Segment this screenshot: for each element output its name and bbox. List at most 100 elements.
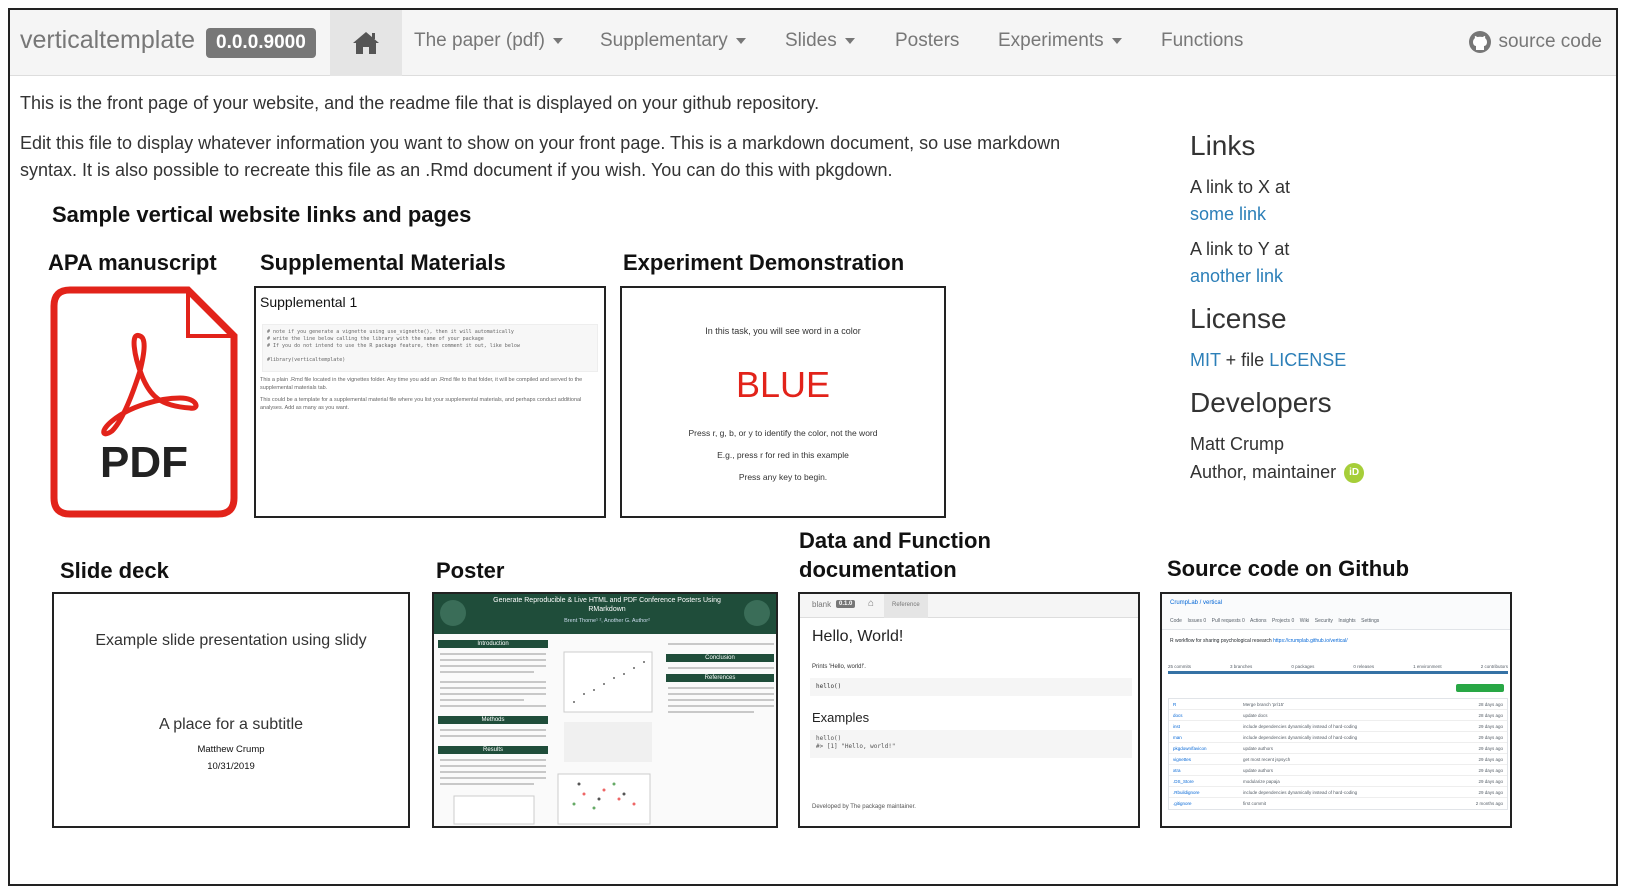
- gh-stat: 2 contributors: [1480, 664, 1508, 669]
- nav-paper-label: The paper (pdf): [414, 30, 545, 51]
- docs-version: 0.1.0: [836, 600, 856, 608]
- docs-title: Hello, World!: [812, 628, 904, 645]
- gh-file-row: .Rbuildignore include dependencies dynami…: [1169, 787, 1507, 798]
- nav-slides[interactable]: Slides: [785, 30, 855, 52]
- poster-body-lines: [440, 643, 774, 825]
- gh-file-msg: update docs: [1243, 713, 1268, 718]
- gh-file-age: 2 months ago: [1475, 801, 1503, 806]
- gh-stat: 25 commits: [1168, 664, 1192, 669]
- nav-functions[interactable]: Functions: [1161, 30, 1243, 52]
- mit-link[interactable]: MIT: [1190, 350, 1221, 370]
- docs-code: hello(): [810, 678, 1132, 696]
- card-title-docs-line2: documentation: [799, 557, 957, 582]
- nav-posters[interactable]: Posters: [895, 30, 959, 52]
- gh-file-name[interactable]: inst: [1173, 721, 1243, 731]
- gh-file-name[interactable]: man: [1173, 732, 1243, 742]
- supp-code-line: # If you do not intend to use the R pack…: [267, 343, 520, 349]
- link2-text: A link to Y at: [1190, 239, 1290, 259]
- chevron-down-icon: [1111, 37, 1122, 44]
- experiment-thumb[interactable]: In this task, you will see word in a col…: [620, 286, 946, 518]
- card-title-docs: Data and Function documentation: [799, 526, 991, 584]
- license-file-link[interactable]: LICENSE: [1269, 350, 1346, 370]
- developer-role: Author, maintainer: [1190, 462, 1337, 482]
- gh-file-age: 29 days ago: [1478, 779, 1503, 784]
- gh-file-name[interactable]: .Rbuildignore: [1173, 787, 1243, 797]
- gh-file-name[interactable]: docs: [1173, 710, 1243, 720]
- gh-file-msg: get most recent jspsych: [1243, 757, 1291, 762]
- gh-file-age: 28 days ago: [1478, 702, 1503, 707]
- chevron-down-icon: [735, 37, 746, 44]
- home-icon: [353, 32, 379, 54]
- poster-thumb[interactable]: Generate Reproducible & Live HTML and PD…: [432, 592, 778, 828]
- gh-stat: 1 environment: [1413, 664, 1442, 669]
- gh-file-row: .DS_Store modularize papaja 29 days ago: [1169, 776, 1507, 787]
- exp-line2: Press r, g, b, or y to identify the colo…: [688, 428, 878, 438]
- developer-name[interactable]: Matt Crump: [1190, 434, 1284, 455]
- nav-paper[interactable]: The paper (pdf): [414, 30, 563, 52]
- gh-file-row: inst include dependencies dynamically ins…: [1169, 721, 1507, 732]
- intro-text: This is the front page of your website, …: [20, 93, 820, 113]
- gh-clone-button: [1456, 684, 1504, 692]
- link1-text: A link to X at: [1190, 177, 1291, 197]
- card-title-apa: APA manuscript: [48, 250, 217, 275]
- gh-file-age: 29 days ago: [1478, 757, 1503, 762]
- exp-line4: Press any key to begin.: [738, 472, 828, 482]
- supp-para1: This a plain .Rmd file located in the vi…: [260, 377, 583, 391]
- gh-file-name[interactable]: .DS_Store: [1173, 776, 1243, 786]
- gh-tabs: Code Issues 0 Pull requests 0 Actions Pr…: [1170, 618, 1380, 624]
- docs-footer: Developed by The package maintainer.: [812, 804, 916, 810]
- gh-file-row: xtra update authors 29 days ago: [1169, 765, 1507, 776]
- gh-stats-bar: 25 commits 3 branches 0 packages 0 releases…: [1168, 664, 1508, 674]
- gh-file-age: 29 days ago: [1478, 790, 1503, 795]
- pdf-file-thumb[interactable]: PDF: [50, 286, 238, 518]
- nav-experiments[interactable]: Experiments: [998, 30, 1122, 52]
- navbar: verticaltemplate 0.0.0.9000 The paper (p…: [10, 10, 1616, 76]
- link1[interactable]: some link: [1190, 204, 1266, 225]
- license-heading: License: [1190, 303, 1287, 334]
- section-title: Sample vertical website links and pages: [52, 202, 472, 227]
- gh-desc: R workflow for sharing psychological res…: [1170, 638, 1348, 644]
- gh-file-row: pkgdown/favicon update authors 29 days ago: [1169, 743, 1507, 754]
- gh-file-name[interactable]: pkgdown/favicon: [1173, 743, 1243, 753]
- slide-date: 10/31/2019: [207, 761, 255, 772]
- supp-title: Supplemental 1: [260, 294, 358, 310]
- source-code-link[interactable]: source code: [1468, 30, 1602, 54]
- docs-examples: Examples: [812, 710, 870, 725]
- gh-file-row: R Merge branch 'pr/15' 28 days ago: [1169, 699, 1507, 710]
- nav-supplementary[interactable]: Supplementary: [600, 30, 746, 52]
- github-thumb[interactable]: CrumpLab / vertical Code Issues 0 Pull r…: [1160, 592, 1512, 828]
- supp-code-line: #library(verticaltemplate): [267, 357, 346, 363]
- docs-example-code: hello() #> [1] "Hello, world!": [810, 730, 1132, 758]
- gh-file-name[interactable]: R: [1173, 699, 1243, 709]
- card-title-docs-line1: Data and Function: [799, 528, 991, 553]
- slide-title: Example slide presentation using slidy: [95, 632, 367, 649]
- docs-prints: Prints 'Hello, world!'.: [812, 664, 866, 670]
- github-icon: [1469, 31, 1492, 53]
- nav-slides-label: Slides: [785, 30, 837, 51]
- exp-word: BLUE: [735, 364, 831, 405]
- slide-subtitle: A place for a subtitle: [158, 716, 304, 733]
- gh-url[interactable]: https://crumplab.github.io/vertical/: [1273, 638, 1347, 644]
- home-button[interactable]: [330, 10, 402, 76]
- license-line: MIT + file LICENSE: [1190, 350, 1346, 371]
- supplemental-thumb[interactable]: Supplemental 1 # note if you generate a …: [254, 286, 606, 518]
- nav-supplementary-label: Supplementary: [600, 30, 728, 51]
- orcid-icon[interactable]: iD: [1344, 462, 1365, 483]
- gh-file-name[interactable]: vignettes: [1173, 754, 1243, 764]
- slide-thumb[interactable]: Example slide presentation using slidy A…: [52, 592, 410, 828]
- gh-file-name[interactable]: .gitignore: [1173, 798, 1243, 809]
- link2[interactable]: another link: [1190, 266, 1283, 287]
- site-brand[interactable]: verticaltemplate: [20, 26, 195, 55]
- edit-text-line1: Edit this file to display whatever infor…: [20, 133, 1061, 153]
- gh-file-name[interactable]: xtra: [1173, 765, 1243, 775]
- card-title-poster: Poster: [436, 558, 505, 583]
- slide-author: Matthew Crump: [197, 744, 265, 755]
- card-title-supp: Supplemental Materials: [260, 250, 506, 275]
- nav-experiments-label: Experiments: [998, 30, 1104, 51]
- gh-file-row: man include dependencies dynamically inst…: [1169, 732, 1507, 743]
- docs-thumb[interactable]: blank 0.1.0 ⌂ Reference Hello, World! Pr…: [798, 592, 1140, 828]
- gh-file-row: .gitignore first commit 2 months ago: [1169, 798, 1507, 809]
- gh-repo: CrumpLab / vertical: [1170, 600, 1223, 606]
- gh-file-row: vignettes get most recent jspsych 29 days …: [1169, 754, 1507, 765]
- docs-home-icon: ⌂: [868, 598, 875, 609]
